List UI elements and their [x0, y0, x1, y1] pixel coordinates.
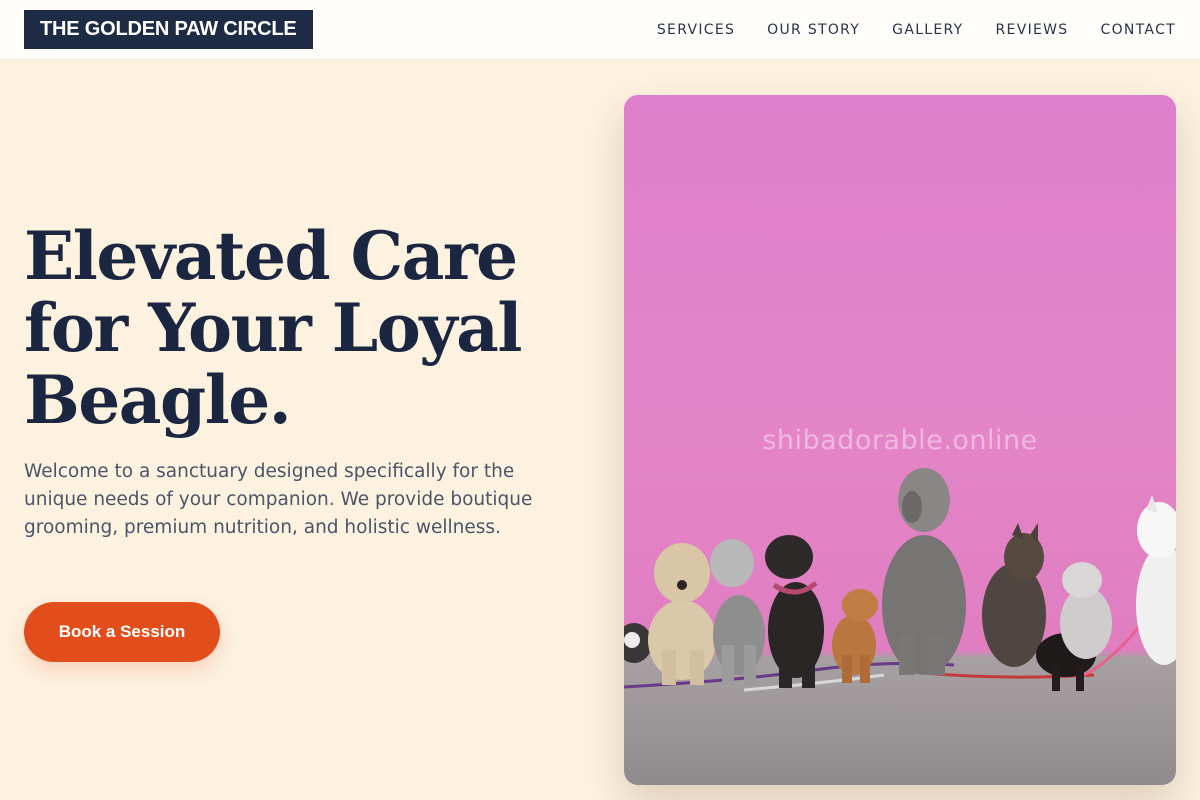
dog-figure	[1136, 495, 1176, 665]
nav-link-gallery[interactable]: GALLERY	[892, 22, 963, 38]
nav-link-services[interactable]: SERVICES	[657, 22, 735, 38]
brand-logo[interactable]: THE GOLDEN PAW CIRCLE	[24, 10, 313, 49]
hero-title-line-2: for Your Loyal	[24, 289, 522, 367]
hero-description: Welcome to a sanctuary designed specific…	[24, 461, 533, 538]
hero-title: Elevated Care for Your Loyal Beagle.	[24, 220, 584, 436]
hero-title-line-1: Elevated Care	[24, 217, 518, 295]
nav-link-our-story[interactable]: OUR STORY	[767, 22, 860, 38]
nav-link-contact[interactable]: CONTACT	[1101, 22, 1177, 38]
nav-link-reviews[interactable]: REVIEWS	[996, 22, 1069, 38]
main-nav: SERVICES OUR STORY GALLERY REVIEWS CONTA…	[657, 0, 1176, 60]
hero-title-line-3: Beagle.	[24, 361, 292, 439]
dog-figure	[648, 543, 716, 685]
image-watermark: shibadorable.online	[762, 425, 1038, 456]
site-header: THE GOLDEN PAW CIRCLE SERVICES OUR STORY…	[0, 0, 1200, 60]
hero-image: shibadorable.online	[624, 95, 1176, 785]
book-session-button[interactable]: Book a Session	[24, 602, 220, 662]
